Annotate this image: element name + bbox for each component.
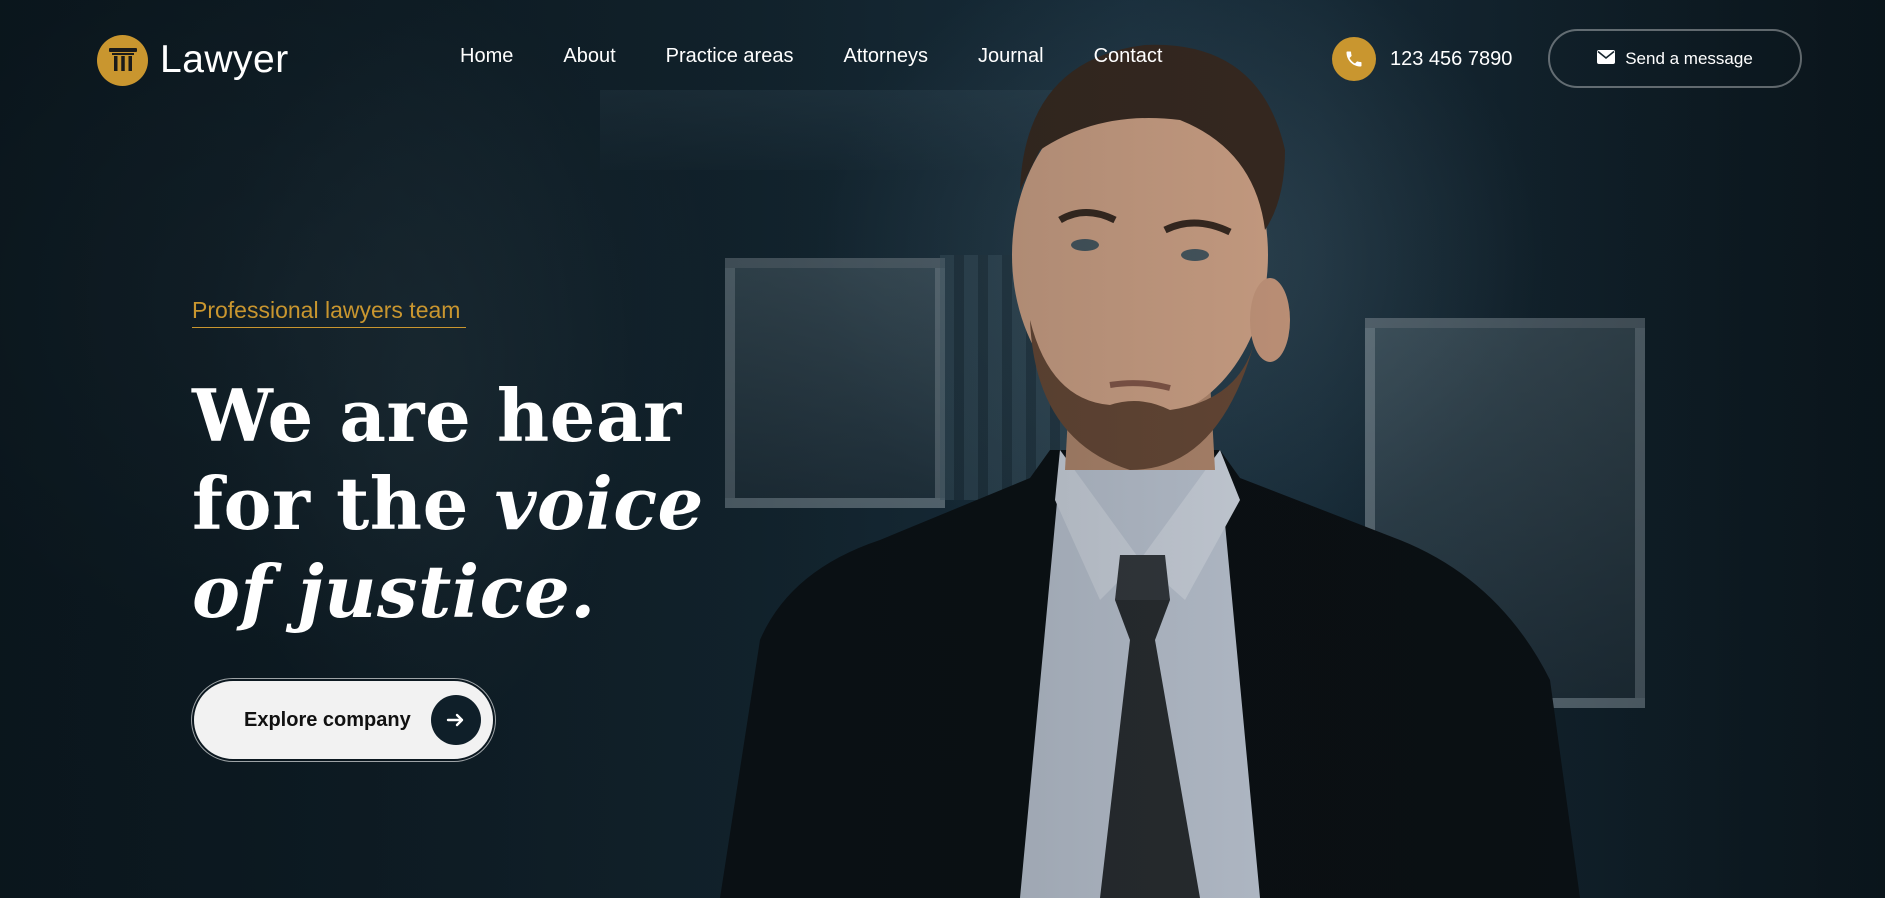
brand-name: Lawyer: [160, 38, 289, 81]
logo-link[interactable]: Lawyer: [97, 34, 289, 86]
envelope-icon: [1597, 49, 1616, 69]
headline-line-1: We are hear: [192, 373, 682, 458]
headline-line-2-text: for the: [192, 461, 495, 546]
nav-item-practice-areas[interactable]: Practice areas: [666, 45, 794, 68]
explore-company-label: Explore company: [244, 708, 411, 731]
arrow-right-icon: [431, 695, 481, 745]
explore-company-button[interactable]: Explore company: [192, 679, 495, 761]
headline-line-2: for the voice: [192, 460, 752, 548]
send-message-label: Send a message: [1625, 48, 1753, 68]
phone-link[interactable]: 123 456 7890: [1332, 37, 1512, 81]
pillar-icon: [97, 34, 148, 86]
phone-number: 123 456 7890: [1390, 47, 1513, 70]
nav-item-about[interactable]: About: [563, 45, 615, 68]
send-message-button[interactable]: Send a message: [1548, 29, 1802, 88]
hero-headline: We are hear for the voice of justice.: [192, 372, 752, 636]
nav-item-contact[interactable]: Contact: [1094, 45, 1163, 68]
hero-eyebrow: Professional lawyers team: [192, 297, 467, 328]
nav-item-journal[interactable]: Journal: [978, 45, 1044, 68]
headline-italic-word: voice: [494, 461, 704, 546]
nav-item-home[interactable]: Home: [460, 45, 513, 68]
phone-icon: [1332, 37, 1376, 81]
page: Lawyer Home About Practice areas Attorne…: [0, 0, 1885, 898]
headline-line-3: of justice.: [192, 549, 596, 634]
main-nav: Home About Practice areas Attorneys Jour…: [460, 45, 1163, 68]
nav-item-attorneys[interactable]: Attorneys: [843, 45, 927, 68]
site-header: Lawyer Home About Practice areas Attorne…: [0, 0, 1885, 118]
